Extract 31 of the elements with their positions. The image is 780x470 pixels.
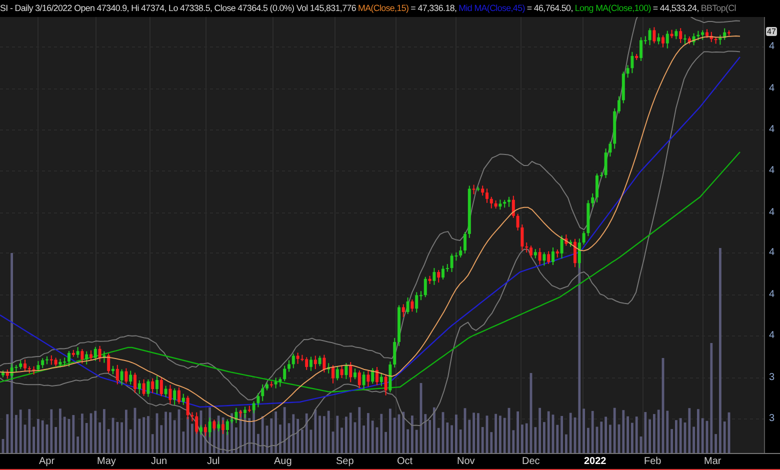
axis-label: 2022 (584, 456, 606, 467)
axis-label: May (97, 456, 116, 467)
indicator-value: = 47,336.18, (410, 3, 457, 14)
indicator-value: = 44,533.24, (652, 3, 699, 14)
indicator-label: BBTop(Cl (700, 3, 736, 14)
axis-label: 4 (769, 40, 775, 52)
axis-label: 3 (769, 372, 775, 383)
axis-label: Oct (397, 456, 413, 467)
axis-label: 4 (769, 82, 775, 94)
axis-label: 4 (769, 206, 775, 218)
axis-label: Dec (522, 456, 540, 467)
indicator-value: = 46,764.50, (526, 3, 573, 14)
axis-label: Aug (274, 456, 292, 467)
axis-label: Feb (644, 456, 662, 467)
axis-label: 3 (769, 412, 775, 424)
axis-label: 4 (769, 246, 775, 258)
price-badge: 47 (766, 26, 777, 36)
indicator-label: Mid MA(Close,45) (458, 3, 525, 14)
axis-label: 4 (769, 124, 775, 135)
axis-label: Nov (457, 456, 475, 467)
axis-label: 4 (769, 288, 775, 300)
axis-label: 4 (769, 164, 775, 176)
axis-label: Sep (336, 456, 354, 467)
indicator-label: Long MA(Close,100) (574, 3, 651, 14)
axis-label: 4 (769, 330, 775, 341)
axis-label: Mar (704, 456, 722, 467)
axis-label: Jul (207, 456, 220, 467)
indicator-label: MA(Close,15) (358, 3, 409, 14)
axis-label: Apr (39, 456, 55, 467)
axis-label: Jun (151, 456, 168, 467)
quote-summary: SI - Daily 3/16/2022 Open 47340.9, Hi 47374, Lo 47338.5, Close 47364.5 (0.0%) Vol 145,831,776 (0, 3, 356, 14)
